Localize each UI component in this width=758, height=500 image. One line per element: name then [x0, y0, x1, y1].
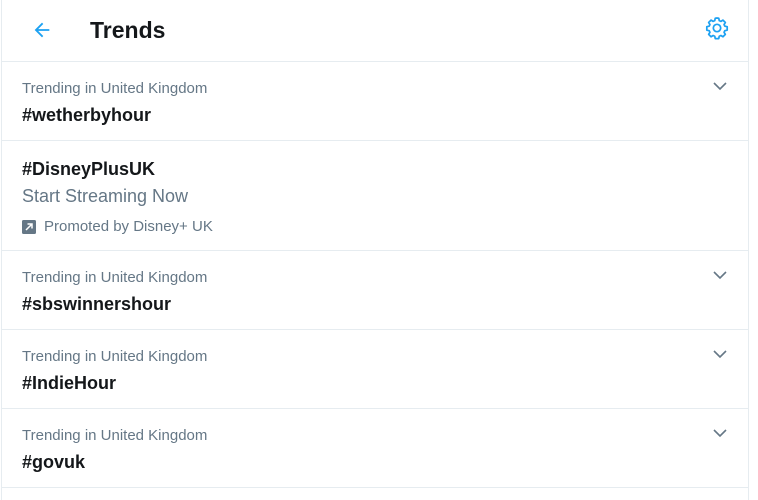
trend-hashtag: #sbswinnershour: [22, 294, 172, 314]
promoted-subtitle: Start Streaming Now: [22, 186, 189, 206]
chevron-down-icon: [713, 271, 727, 280]
trends-panel: Trends Trending in United Kingdom #wethe…: [1, 0, 749, 500]
trend-context: Trending in United Kingdom: [22, 427, 208, 444]
trend-hashtag: #DisneyPlusUK: [22, 159, 156, 179]
chevron-down-icon: [713, 429, 727, 438]
chevron-down-icon: [713, 82, 727, 91]
settings-button[interactable]: [702, 13, 732, 43]
trend-more-button[interactable]: [710, 423, 730, 443]
chevron-down-icon: [713, 350, 727, 359]
trend-context: Trending in United Kingdom: [22, 269, 208, 286]
promoted-by: Promoted by Disney+ UK: [22, 217, 213, 237]
promoted-arrow-icon: [22, 220, 36, 234]
trend-context: Trending in United Kingdom: [22, 348, 208, 365]
trend-more-button[interactable]: [710, 76, 730, 96]
page-title: Trends: [90, 17, 166, 43]
trend-hashtag: #wetherbyhour: [22, 105, 152, 125]
trend-more-button[interactable]: [710, 265, 730, 285]
back-button[interactable]: [24, 12, 60, 48]
arrow-left-icon: [34, 22, 50, 38]
promoted-trend-item[interactable]: #DisneyPlusUK Start Streaming Now Promot…: [2, 141, 748, 251]
trend-item[interactable]: Trending in United Kingdom #IndieHour: [2, 330, 748, 409]
trends-header: Trends: [2, 0, 748, 62]
gear-icon: [705, 17, 729, 40]
trend-hashtag: #govuk: [22, 452, 86, 472]
trend-item[interactable]: Trending in United Kingdom #wetherbyhour: [2, 62, 748, 141]
promoted-by-label: Promoted by Disney+ UK: [44, 218, 213, 235]
trend-item[interactable]: Trending in United Kingdom #sbswinnersho…: [2, 251, 748, 330]
trend-context: Trending in United Kingdom: [22, 80, 208, 97]
trend-hashtag: #IndieHour: [22, 373, 117, 393]
trend-item[interactable]: Trending in United Kingdom #govuk: [2, 409, 748, 488]
trend-more-button[interactable]: [710, 344, 730, 364]
